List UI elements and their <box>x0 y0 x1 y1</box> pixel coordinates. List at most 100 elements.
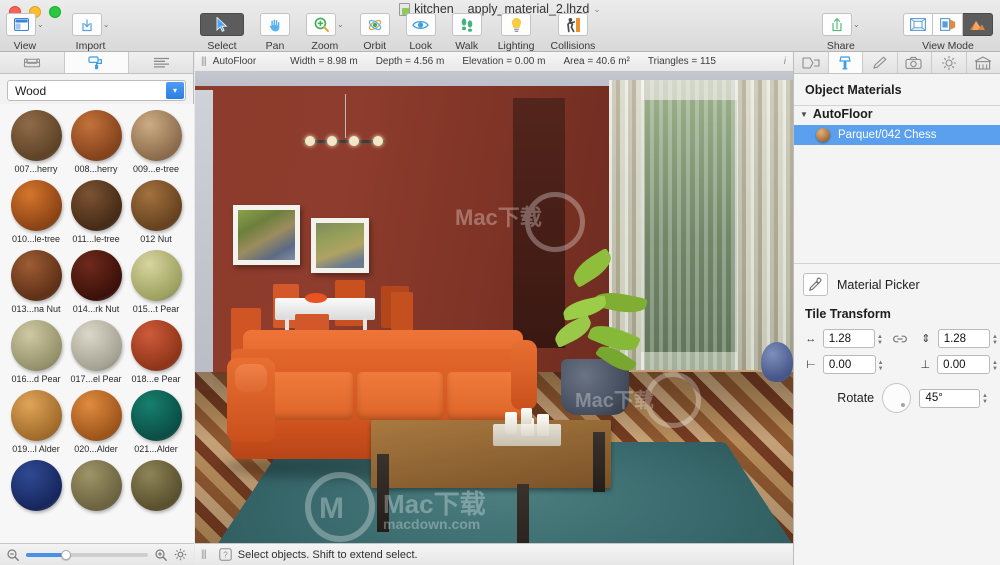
zoom-dropdown-chevron-icon[interactable]: ⌄ <box>337 20 344 29</box>
inspector-tab-building[interactable] <box>966 52 1000 73</box>
info-icon[interactable]: i <box>784 56 786 67</box>
sidebar-tab-list[interactable] <box>129 52 194 73</box>
pan-tool-button[interactable]: Pan <box>260 13 290 52</box>
blue-vase[interactable] <box>761 342 793 382</box>
sidebar-tab-objects[interactable] <box>0 52 65 73</box>
eyedropper-icon[interactable] <box>803 273 828 296</box>
share-upload-icon[interactable] <box>822 13 852 36</box>
magnifier-plus-icon[interactable] <box>155 548 167 561</box>
inspector-tab-edit[interactable] <box>863 52 898 73</box>
gear-icon[interactable] <box>174 548 187 561</box>
material-list-item[interactable]: Parquet/042 Chess <box>794 125 1000 145</box>
rotate-stepper[interactable]: ▲ ▼ <box>980 390 990 409</box>
material-swatch[interactable]: 021...Alder <box>126 390 186 454</box>
material-swatch[interactable]: 014...rk Nut <box>66 250 126 314</box>
wall-picture-2[interactable] <box>311 218 369 273</box>
material-swatch[interactable]: 016...d Pear <box>6 320 66 384</box>
import-icon[interactable] <box>71 13 102 36</box>
wireframe-icon[interactable] <box>903 13 933 36</box>
rotate-input[interactable]: 45° ▲ ▼ <box>919 388 988 408</box>
rotation-dial-icon[interactable] <box>882 383 912 413</box>
material-sphere-icon[interactable] <box>10 390 62 441</box>
offset-x-stepper[interactable]: ▲ ▼ <box>876 356 886 375</box>
material-sphere-icon[interactable] <box>10 250 62 301</box>
window-icon[interactable] <box>6 13 36 36</box>
sidebar-tab-materials[interactable] <box>64 52 130 73</box>
share-button[interactable]: ⌄ Share <box>822 13 860 52</box>
material-swatch[interactable]: 010...le-tree <box>6 180 66 244</box>
category-dropdown-chevron-icon[interactable]: ▾ <box>166 82 184 99</box>
link-chain-icon[interactable] <box>892 333 908 345</box>
scale-y-input[interactable]: 1.28 ▲ ▼ <box>937 329 998 348</box>
scale-y-stepper[interactable]: ▲ ▼ <box>990 330 1000 349</box>
material-sphere-icon[interactable] <box>10 180 62 231</box>
walking-person-icon[interactable] <box>557 13 588 36</box>
material-swatch[interactable]: 008...herry <box>66 110 126 174</box>
material-sphere-icon[interactable] <box>70 250 122 301</box>
magnifier-plus-icon[interactable] <box>306 13 336 36</box>
offset-y-input[interactable]: 0.00 ▲ ▼ <box>937 355 998 374</box>
material-sphere-icon[interactable] <box>70 180 122 231</box>
collisions-tool-button[interactable]: Collisions <box>550 13 595 52</box>
chevron-down-icon[interactable]: ▼ <box>800 110 808 119</box>
scale-x-input[interactable]: 1.28 ▲ ▼ <box>822 329 883 348</box>
select-tool-button[interactable]: Select <box>200 13 244 52</box>
fruit-bowl[interactable] <box>305 293 327 303</box>
material-sphere-icon[interactable] <box>130 460 182 511</box>
material-swatch[interactable] <box>6 460 66 514</box>
wall-picture-1[interactable] <box>233 205 300 265</box>
lighting-tool-button[interactable]: Lighting <box>498 13 534 52</box>
magnifier-minus-icon[interactable] <box>7 548 19 561</box>
material-sphere-icon[interactable] <box>130 320 182 371</box>
pendant-lamp[interactable] <box>303 136 385 146</box>
material-swatch-grid[interactable]: 007...herry 008...herry 009...e-tree 010...… <box>0 104 194 545</box>
material-category-select[interactable]: Wood ▾ <box>7 80 186 101</box>
zoom-tool-button[interactable]: ⌄ Zoom <box>306 13 344 52</box>
walk-tool-button[interactable]: Walk <box>451 13 482 52</box>
view-dropdown-chevron-icon[interactable]: ⌄ <box>37 20 44 29</box>
view-mode-control[interactable]: View Mode <box>903 13 993 52</box>
material-sphere-icon[interactable] <box>10 460 62 511</box>
material-sphere-icon[interactable] <box>130 250 182 301</box>
material-sphere-icon[interactable] <box>130 110 182 161</box>
scale-x-stepper[interactable]: ▲ ▼ <box>875 330 885 349</box>
import-dropdown-chevron-icon[interactable]: ⌄ <box>103 20 110 29</box>
material-sphere-icon[interactable] <box>130 180 182 231</box>
material-group-header[interactable]: ▼ AutoFloor <box>794 106 1000 125</box>
material-picker-row[interactable]: Material Picker <box>794 264 1000 296</box>
material-sphere-icon[interactable] <box>70 460 122 511</box>
inspector-tab-materials[interactable] <box>828 52 863 73</box>
inspector-tab-camera[interactable] <box>897 52 932 73</box>
material-sphere-icon[interactable] <box>70 320 122 371</box>
swatch-size-slider[interactable] <box>26 549 148 560</box>
material-sphere-icon[interactable] <box>130 390 182 441</box>
material-swatch[interactable] <box>66 460 126 514</box>
material-sphere-icon[interactable] <box>10 110 62 161</box>
material-swatch[interactable]: 019...l Alder <box>6 390 66 454</box>
material-swatch[interactable]: 011...le-tree <box>66 180 126 244</box>
offset-y-stepper[interactable]: ▲ ▼ <box>990 356 1000 375</box>
cursor-arrow-icon[interactable] <box>200 13 244 36</box>
material-swatch[interactable]: 020...Alder <box>66 390 126 454</box>
lightbulb-icon[interactable] <box>501 13 532 36</box>
material-sphere-icon[interactable] <box>70 110 122 161</box>
slider-thumb[interactable] <box>61 549 72 560</box>
material-sphere-icon[interactable] <box>70 390 122 441</box>
material-swatch[interactable]: 009...e-tree <box>126 110 186 174</box>
material-swatch[interactable] <box>126 460 186 514</box>
inspector-tab-measure[interactable] <box>794 52 829 73</box>
bottom-grip-icon[interactable]: ||| <box>201 549 207 560</box>
material-swatch[interactable]: 017...el Pear <box>66 320 126 384</box>
3d-viewport[interactable]: M Mac下载 macdown.com Mac下载 Mac下载 <box>195 72 793 543</box>
material-swatch[interactable]: 018...e Pear <box>126 320 186 384</box>
orbit-icon[interactable] <box>359 13 390 36</box>
help-icon[interactable]: ? <box>219 548 232 561</box>
coffee-table[interactable] <box>371 420 611 488</box>
render-icon[interactable] <box>963 13 993 36</box>
eye-icon[interactable] <box>405 13 436 36</box>
orbit-tool-button[interactable]: Orbit <box>359 13 390 52</box>
material-swatch[interactable]: 007...herry <box>6 110 66 174</box>
share-dropdown-chevron-icon[interactable]: ⌄ <box>853 20 860 29</box>
inspector-tab-light[interactable] <box>932 52 967 73</box>
material-swatch[interactable]: 013...na Nut <box>6 250 66 314</box>
